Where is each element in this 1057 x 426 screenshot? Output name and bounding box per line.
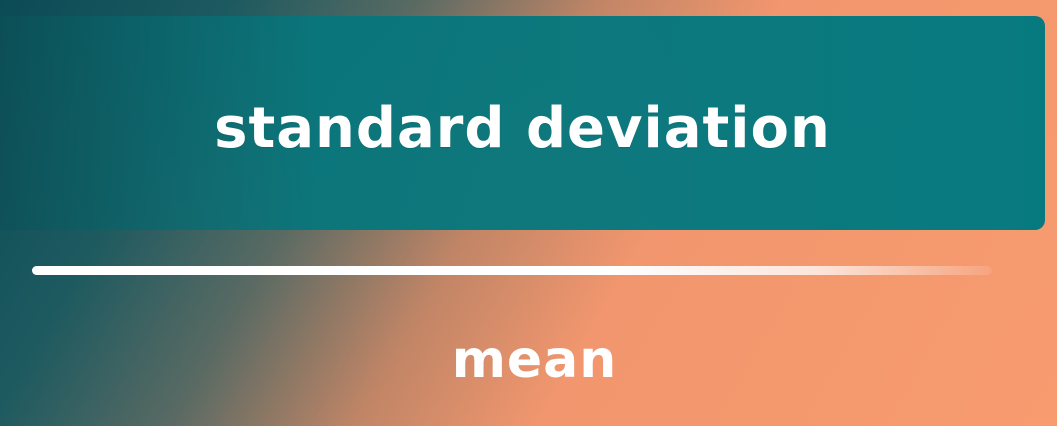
fraction-slide: standard deviation mean [0,0,1057,426]
numerator-box: standard deviation [0,16,1045,230]
fraction-bar [32,266,992,275]
denominator-text: mean [451,330,618,390]
numerator-text: standard deviation [214,95,831,161]
